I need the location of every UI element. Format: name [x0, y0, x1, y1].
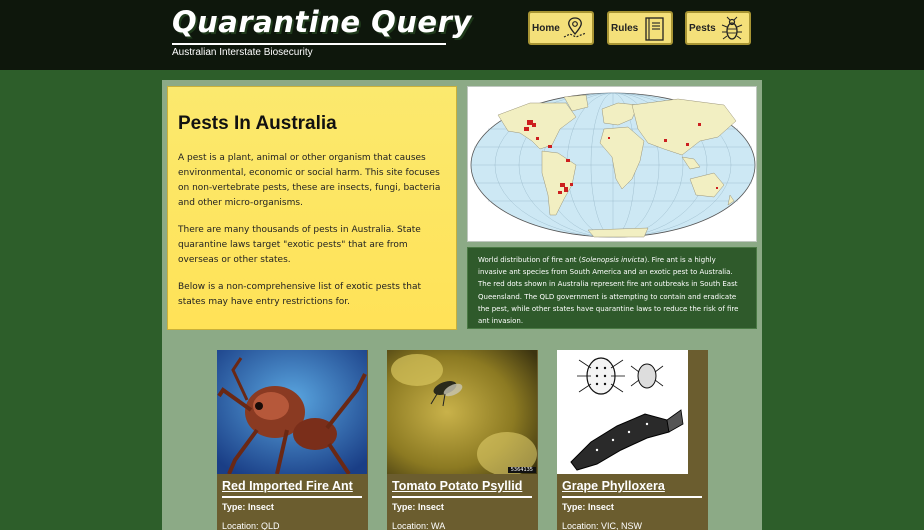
book-icon [645, 17, 664, 41]
map-caption: World distribution of fire ant (Solenops… [467, 247, 757, 329]
image-id-badge: 5364135 [507, 467, 536, 473]
pest-name-link[interactable]: Grape Phylloxera [562, 479, 702, 498]
phylloxera-illustration [557, 350, 688, 474]
logo-underline [172, 43, 446, 45]
nav-home-button[interactable]: Home [528, 11, 594, 45]
nav-pests-label: Pests [689, 22, 716, 34]
map-caption-text-start: World distribution of fire ant ( [478, 256, 582, 264]
pest-card-fire-ant[interactable]: Red Imported Fire Ant Type: Insect Locat… [217, 350, 368, 530]
intro-paragraph-3: Below is a non-comprehensive list of exo… [178, 282, 422, 307]
pest-location: Location: VIC, NSW [562, 521, 643, 530]
nav-rules-button[interactable]: Rules [607, 11, 673, 45]
pest-location: Location: WA [392, 521, 446, 530]
intro-paragraph-2: There are many thousands of pests in Aus… [178, 225, 421, 265]
world-map-image [467, 86, 757, 242]
map-pin-icon [563, 17, 587, 38]
pest-card-phylloxera[interactable]: Grape Phylloxera Type: Insect Location: … [557, 350, 708, 530]
intro-box: Pests In Australia A pest is a plant, an… [167, 86, 457, 330]
pest-card-psyllid[interactable]: 5364135 Tomato Potato Psyllid Type: Inse… [387, 350, 538, 530]
bug-icon [721, 16, 743, 40]
site-logo[interactable]: Quarantine Query [172, 5, 472, 39]
intro-paragraph-1: A pest is a plant, animal or other organ… [178, 153, 441, 208]
map-caption-species: Solenopsis invicta [581, 256, 645, 264]
nav-rules-label: Rules [611, 22, 639, 34]
site-header: Quarantine Query Australian Interstate B… [0, 0, 924, 70]
pest-name-link[interactable]: Tomato Potato Psyllid [392, 479, 532, 498]
fire-ant-photo [217, 350, 367, 474]
pest-location: Location: QLD [222, 521, 280, 530]
site-tagline: Australian Interstate Biosecurity [172, 47, 313, 58]
psyllid-photo: 5364135 [387, 350, 537, 474]
page-title: Pests In Australia [178, 113, 337, 134]
pest-type: Type: Insect [222, 502, 274, 512]
nav-pests-button[interactable]: Pests [685, 11, 751, 45]
nav-home-label: Home [532, 22, 560, 34]
pest-name-link[interactable]: Red Imported Fire Ant [222, 479, 362, 498]
pest-type: Type: Insect [562, 502, 614, 512]
map-caption-text-end: ). Fire ant is a highly invasive ant spe… [478, 256, 739, 326]
pest-type: Type: Insect [392, 502, 444, 512]
